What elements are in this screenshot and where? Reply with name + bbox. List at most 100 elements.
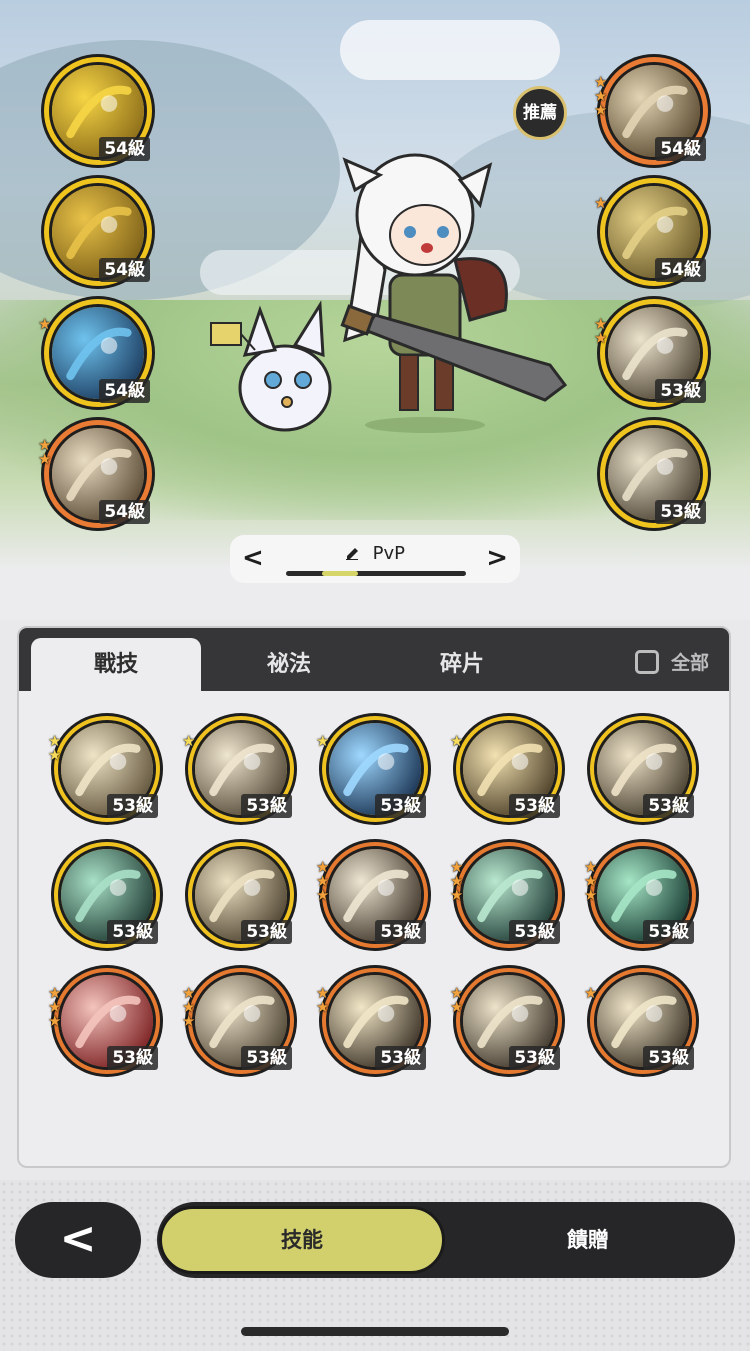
star-rank: ★: [594, 194, 608, 212]
skill-level-badge: 53級: [241, 1046, 292, 1070]
recommend-badge[interactable]: 推薦: [513, 86, 567, 140]
star-icon: ★: [584, 984, 598, 1002]
skill-level-badge: 54級: [655, 258, 706, 282]
star-icon: ★: [584, 886, 598, 904]
tab-fragments[interactable]: 碎片: [377, 638, 547, 691]
star-icon: ★: [182, 732, 196, 750]
next-loadout-button[interactable]: >: [486, 543, 508, 573]
star-icon: ★: [48, 1012, 62, 1030]
equipped-skill-left-3[interactable]: 54級 ★: [38, 299, 152, 407]
skill-card[interactable]: 53級 ★: [316, 716, 428, 822]
star-rank: ★ ★: [594, 317, 608, 347]
skill-card[interactable]: 53級 ★ ★ ★: [450, 842, 562, 948]
star-rank: ★ ★ ★: [316, 860, 330, 904]
star-icon: ★: [450, 732, 464, 750]
skill-level-badge: 53級: [375, 920, 426, 944]
skill-card[interactable]: 53級 ★ ★ ★: [584, 842, 696, 948]
star-rank: ★ ★ ★: [182, 986, 196, 1030]
skill-level-badge: 53級: [107, 794, 158, 818]
loadout-page-track: [286, 571, 466, 576]
equipped-skill-left-1[interactable]: 54級: [44, 57, 152, 165]
tab-gifts[interactable]: 饋贈: [445, 1206, 731, 1274]
star-icon: ★: [182, 1012, 196, 1030]
skill-card[interactable]: 53級 ★ ★: [316, 968, 428, 1074]
skill-card[interactable]: 53級: [188, 842, 294, 948]
star-rank: ★: [450, 732, 464, 750]
skill-level-badge: 53級: [241, 920, 292, 944]
chevron-left-icon: <: [59, 1213, 97, 1264]
star-rank: ★ ★ ★: [450, 860, 464, 904]
skill-card[interactable]: 53級 ★: [450, 716, 562, 822]
star-rank: ★: [584, 984, 598, 1002]
equipped-skill-left-4[interactable]: 54級 ★ ★: [38, 420, 152, 528]
loadout-name: PvP: [372, 543, 406, 564]
skill-level-badge: 54級: [99, 379, 150, 403]
skill-level-badge: 54級: [99, 258, 150, 282]
star-icon: ★: [450, 998, 464, 1016]
pet-companion-art: [210, 300, 332, 432]
star-rank: ★: [182, 732, 196, 750]
skill-level-badge: 53級: [655, 379, 706, 403]
equipped-skill-right-1[interactable]: 54級 ★ ★ ★: [594, 57, 708, 165]
show-all-checkbox[interactable]: [634, 649, 659, 674]
skill-level-badge: 53級: [509, 794, 560, 818]
star-icon: ★: [38, 450, 52, 468]
skill-card[interactable]: 53級 ★ ★ ★: [182, 968, 294, 1074]
tab-combat-skills[interactable]: 戰技: [31, 638, 201, 691]
back-button[interactable]: <: [15, 1202, 141, 1278]
star-rank: ★ ★: [38, 438, 52, 468]
skill-level-badge: 53級: [375, 1046, 426, 1070]
skill-card[interactable]: 53級 ★ ★ ★: [48, 968, 160, 1074]
skill-level-badge: 53級: [107, 920, 158, 944]
skill-card[interactable]: 53級 ★ ★: [450, 968, 562, 1074]
equipped-skill-left-2[interactable]: 54級: [44, 178, 152, 286]
tab-skills[interactable]: 技能: [159, 1206, 445, 1274]
star-rank: ★ ★ ★: [584, 860, 598, 904]
show-all-toggle[interactable]: 全部: [634, 648, 709, 675]
skill-level-badge: 53級: [241, 794, 292, 818]
star-rank: ★ ★ ★: [594, 75, 608, 119]
star-icon: ★: [594, 101, 608, 119]
skill-card[interactable]: 53級 ★ ★ ★: [316, 842, 428, 948]
tab-arcana[interactable]: 祕法: [204, 638, 374, 691]
skill-card[interactable]: 53級 ★ ★: [48, 716, 160, 822]
star-rank: ★ ★: [48, 734, 62, 763]
skill-card[interactable]: 53級 ★: [584, 968, 696, 1074]
star-icon: ★: [594, 194, 608, 212]
skill-level-badge: 53級: [643, 920, 694, 944]
skill-card[interactable]: 53級 ★: [182, 716, 294, 822]
skill-card[interactable]: 53級: [590, 716, 696, 822]
loadout-page-indicator: [322, 571, 358, 576]
pencil-icon[interactable]: [345, 544, 361, 561]
skill-level-badge: 54級: [655, 137, 706, 161]
bottom-segmented-control: 技能 饋贈: [157, 1202, 735, 1278]
equipped-skill-right-4[interactable]: 53級: [600, 420, 708, 528]
star-rank: ★: [38, 317, 52, 332]
skill-level-badge: 53級: [509, 920, 560, 944]
star-rank: ★ ★: [450, 986, 464, 1016]
cloud: [340, 20, 560, 80]
skill-level-badge: 54級: [99, 500, 150, 524]
skill-level-badge: 53級: [107, 1046, 158, 1070]
skill-tab-bar: 戰技 祕法 碎片 全部: [19, 628, 729, 691]
loadout-title[interactable]: PvP: [230, 543, 520, 564]
swordswoman-art: [342, 153, 508, 433]
skill-level-badge: 53級: [375, 794, 426, 818]
equipped-skill-right-2[interactable]: 54級 ★: [594, 178, 708, 286]
star-icon: ★: [316, 886, 330, 904]
skill-level-badge: 53級: [643, 794, 694, 818]
star-icon: ★: [450, 886, 464, 904]
show-all-label: 全部: [670, 652, 709, 674]
star-rank: ★ ★ ★: [48, 986, 62, 1030]
star-icon: ★: [594, 329, 608, 347]
loadout-switcher: < PvP >: [230, 535, 520, 583]
star-rank: ★ ★: [316, 986, 330, 1015]
equipped-skill-right-3[interactable]: 53級 ★ ★: [594, 299, 708, 407]
skill-level-badge: 53級: [509, 1046, 560, 1070]
skill-card[interactable]: 53級: [54, 842, 160, 948]
hero-character-art: [210, 153, 568, 433]
skill-inventory-panel: 戰技 祕法 碎片 全部 53級 ★ ★ 53級 ★ 53級 ★ 53級 ★ 53…: [17, 626, 731, 1168]
skill-level-badge: 53級: [655, 500, 706, 524]
star-rank: ★: [316, 734, 330, 749]
skill-level-badge: 54級: [99, 137, 150, 161]
